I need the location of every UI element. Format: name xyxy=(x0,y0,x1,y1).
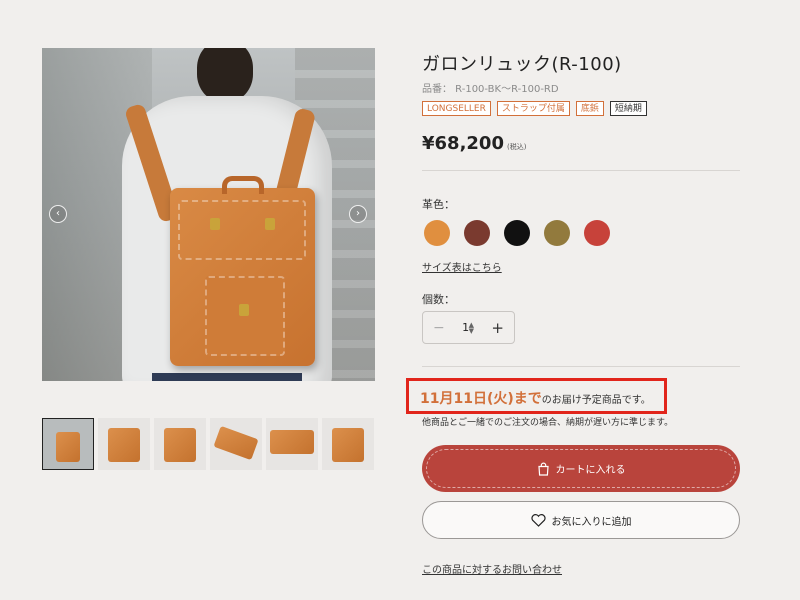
add-to-favorites-button[interactable]: お気に入りに追加 xyxy=(422,501,740,539)
delivery-text: のお届け予定商品です。 xyxy=(541,395,651,406)
thumbnail-image xyxy=(270,430,314,454)
thumbnail-image xyxy=(213,425,259,461)
shopping-bag-icon xyxy=(537,462,549,476)
add-to-favorites-label: お気に入りに追加 xyxy=(551,516,632,528)
thumbnail-strip xyxy=(42,418,375,470)
heart-icon xyxy=(530,513,546,527)
delivery-date: 11月11日(火)まで xyxy=(420,391,542,407)
thumbnail-image xyxy=(332,428,364,462)
product-title: ガロンリュック(R-100) xyxy=(422,54,622,75)
badge-longseller: LONGSELLER xyxy=(422,101,491,116)
gallery-next-icon[interactable]: › xyxy=(349,205,367,223)
bag-buckle xyxy=(210,218,220,230)
thumbnail-image xyxy=(108,428,140,462)
model-pants xyxy=(152,373,302,381)
size-chart-link[interactable]: サイズ表はこちら xyxy=(422,259,502,274)
spinner-icon[interactable]: ▲ ▼ xyxy=(469,321,474,334)
color-label: 革色： xyxy=(422,198,455,211)
thumbnail-4[interactable] xyxy=(210,418,262,470)
plus-icon[interactable]: + xyxy=(491,319,504,337)
divider xyxy=(422,366,740,367)
swatch-red[interactable] xyxy=(584,220,610,246)
gallery-prev-icon[interactable]: ‹ xyxy=(49,205,67,223)
pocket-clasp xyxy=(239,304,249,316)
swatch-brown[interactable] xyxy=(464,220,490,246)
thumbnail-3[interactable] xyxy=(154,418,206,470)
badge-list: LONGSELLER ストラップ付属 底鋲 短納期 xyxy=(422,101,647,116)
thumbnail-5[interactable] xyxy=(266,418,318,470)
delivery-note: 他商品とご一緒でのご注文の場合、納期が遅い方に準じます。 xyxy=(422,418,674,428)
thumbnail-image xyxy=(56,432,80,462)
product-price: ¥68,200 (税込) xyxy=(422,133,526,154)
badge-bottom-studs: 底鋲 xyxy=(575,101,604,116)
add-to-cart-button[interactable]: カートに入れる xyxy=(422,445,740,492)
badge-strap-included: ストラップ付属 xyxy=(496,101,570,116)
thumbnail-1[interactable] xyxy=(42,418,94,470)
divider xyxy=(422,170,740,171)
swatch-olive[interactable] xyxy=(544,220,570,246)
leather-backpack xyxy=(170,176,315,366)
minus-icon[interactable]: − xyxy=(433,320,445,336)
thumbnail-6[interactable] xyxy=(322,418,374,470)
thumbnail-2[interactable] xyxy=(98,418,150,470)
thumbnail-image xyxy=(164,428,196,462)
bag-handle xyxy=(222,176,264,194)
model-figure xyxy=(112,48,332,381)
quantity-stepper: − 1 ▲ ▼ + xyxy=(422,311,515,344)
product-sku: 品番： R-100-BK～R-100-RD xyxy=(422,84,559,95)
swatch-camel[interactable] xyxy=(424,220,450,246)
quantity-label: 個数： xyxy=(422,293,455,306)
bag-flap xyxy=(178,200,306,260)
product-main-image[interactable] xyxy=(42,48,375,381)
bag-pocket xyxy=(205,276,285,356)
price-value: ¥68,200 xyxy=(422,133,504,154)
tax-note: (税込) xyxy=(506,143,527,151)
swatch-black[interactable] xyxy=(504,220,530,246)
delivery-estimate: 11月11日(火)までのお届け予定商品です。 xyxy=(420,388,651,408)
model-head xyxy=(197,48,253,102)
badge-short-lead-time: 短納期 xyxy=(609,101,647,116)
color-swatches xyxy=(424,220,610,246)
bag-buckle xyxy=(265,218,275,230)
add-to-cart-label: カートに入れる xyxy=(555,465,626,476)
product-inquiry-link[interactable]: この商品に対するお問い合わせ xyxy=(422,561,562,576)
